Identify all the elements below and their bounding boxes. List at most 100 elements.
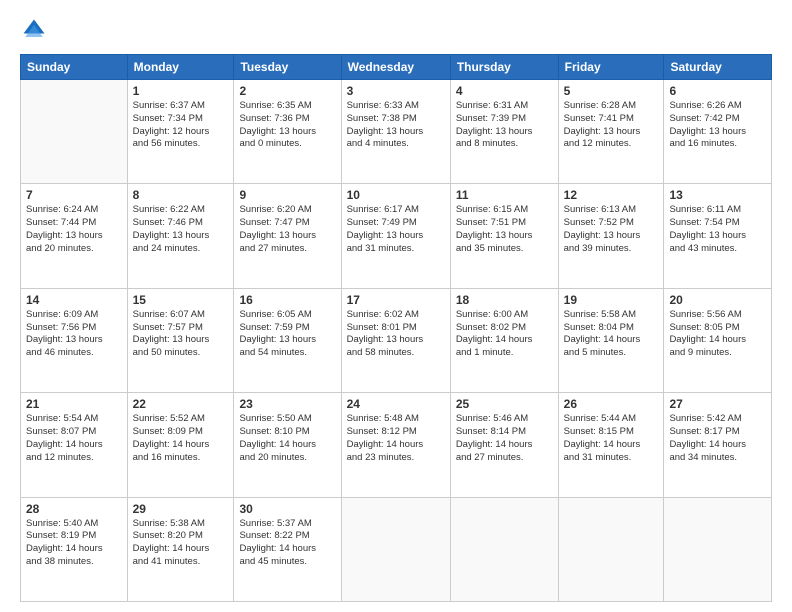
- day-info: Sunrise: 5:48 AM Sunset: 8:12 PM Dayligh…: [347, 413, 445, 464]
- calendar-cell: 16 Sunrise: 6:05 AM Sunset: 7:59 PM Dayli…: [234, 288, 341, 392]
- calendar-cell: 6 Sunrise: 6:26 AM Sunset: 7:42 PM Daylig…: [664, 80, 772, 184]
- day-info: Sunrise: 6:37 AM Sunset: 7:34 PM Dayligh…: [133, 100, 229, 151]
- calendar-cell: 21 Sunrise: 5:54 AM Sunset: 8:07 PM Dayli…: [21, 393, 128, 497]
- day-number: 26: [564, 397, 659, 411]
- day-info: Sunrise: 6:35 AM Sunset: 7:36 PM Dayligh…: [239, 100, 335, 151]
- calendar-table: SundayMondayTuesdayWednesdayThursdayFrid…: [20, 54, 772, 602]
- day-info: Sunrise: 6:17 AM Sunset: 7:49 PM Dayligh…: [347, 204, 445, 255]
- day-info: Sunrise: 6:31 AM Sunset: 7:39 PM Dayligh…: [456, 100, 553, 151]
- day-info: Sunrise: 6:07 AM Sunset: 7:57 PM Dayligh…: [133, 309, 229, 360]
- col-header-sunday: Sunday: [21, 55, 128, 80]
- header: [20, 16, 772, 44]
- day-number: 23: [239, 397, 335, 411]
- day-number: 22: [133, 397, 229, 411]
- day-info: Sunrise: 6:05 AM Sunset: 7:59 PM Dayligh…: [239, 309, 335, 360]
- calendar-week-row: 1Sunrise: 6:37 AM Sunset: 7:34 PM Daylig…: [21, 80, 772, 184]
- day-info: Sunrise: 6:26 AM Sunset: 7:42 PM Dayligh…: [669, 100, 766, 151]
- day-info: Sunrise: 6:13 AM Sunset: 7:52 PM Dayligh…: [564, 204, 659, 255]
- calendar-cell: 12 Sunrise: 6:13 AM Sunset: 7:52 PM Dayli…: [558, 184, 664, 288]
- day-number: 6: [669, 84, 766, 98]
- day-info: Sunrise: 5:52 AM Sunset: 8:09 PM Dayligh…: [133, 413, 229, 464]
- calendar-cell: 11 Sunrise: 6:15 AM Sunset: 7:51 PM Dayli…: [450, 184, 558, 288]
- day-info: Sunrise: 6:09 AM Sunset: 7:56 PM Dayligh…: [26, 309, 122, 360]
- day-info: Sunrise: 6:20 AM Sunset: 7:47 PM Dayligh…: [239, 204, 335, 255]
- logo-icon: [20, 16, 48, 44]
- calendar-cell: 13Sunrise: 6:11 AM Sunset: 7:54 PM Dayli…: [664, 184, 772, 288]
- day-info: Sunrise: 5:54 AM Sunset: 8:07 PM Dayligh…: [26, 413, 122, 464]
- day-info: Sunrise: 5:50 AM Sunset: 8:10 PM Dayligh…: [239, 413, 335, 464]
- calendar-cell: 28 Sunrise: 5:40 AM Sunset: 8:19 PM Dayli…: [21, 497, 128, 601]
- calendar-cell: [341, 497, 450, 601]
- col-header-tuesday: Tuesday: [234, 55, 341, 80]
- calendar-cell: 4 Sunrise: 6:31 AM Sunset: 7:39 PM Daylig…: [450, 80, 558, 184]
- day-info: Sunrise: 6:02 AM Sunset: 8:01 PM Dayligh…: [347, 309, 445, 360]
- day-info: Sunrise: 6:15 AM Sunset: 7:51 PM Dayligh…: [456, 204, 553, 255]
- day-info: Sunrise: 6:11 AM Sunset: 7:54 PM Dayligh…: [669, 204, 766, 255]
- calendar-cell: 3 Sunrise: 6:33 AM Sunset: 7:38 PM Daylig…: [341, 80, 450, 184]
- col-header-friday: Friday: [558, 55, 664, 80]
- calendar-cell: 20 Sunrise: 5:56 AM Sunset: 8:05 PM Dayli…: [664, 288, 772, 392]
- day-info: Sunrise: 6:28 AM Sunset: 7:41 PM Dayligh…: [564, 100, 659, 151]
- col-header-saturday: Saturday: [664, 55, 772, 80]
- calendar-cell: [21, 80, 128, 184]
- calendar-cell: 10 Sunrise: 6:17 AM Sunset: 7:49 PM Dayli…: [341, 184, 450, 288]
- day-info: Sunrise: 5:44 AM Sunset: 8:15 PM Dayligh…: [564, 413, 659, 464]
- day-number: 10: [347, 188, 445, 202]
- day-info: Sunrise: 5:56 AM Sunset: 8:05 PM Dayligh…: [669, 309, 766, 360]
- day-info: Sunrise: 6:24 AM Sunset: 7:44 PM Dayligh…: [26, 204, 122, 255]
- day-info: Sunrise: 5:46 AM Sunset: 8:14 PM Dayligh…: [456, 413, 553, 464]
- page: SundayMondayTuesdayWednesdayThursdayFrid…: [0, 0, 792, 612]
- calendar-cell: 25Sunrise: 5:46 AM Sunset: 8:14 PM Dayli…: [450, 393, 558, 497]
- day-number: 15: [133, 293, 229, 307]
- calendar-week-row: 21 Sunrise: 5:54 AM Sunset: 8:07 PM Dayli…: [21, 393, 772, 497]
- calendar-cell: [450, 497, 558, 601]
- calendar-cell: 2 Sunrise: 6:35 AM Sunset: 7:36 PM Daylig…: [234, 80, 341, 184]
- day-number: 21: [26, 397, 122, 411]
- day-number: 4: [456, 84, 553, 98]
- calendar-header-row: SundayMondayTuesdayWednesdayThursdayFrid…: [21, 55, 772, 80]
- day-number: 17: [347, 293, 445, 307]
- day-number: 3: [347, 84, 445, 98]
- col-header-monday: Monday: [127, 55, 234, 80]
- calendar-cell: [558, 497, 664, 601]
- calendar-cell: 5 Sunrise: 6:28 AM Sunset: 7:41 PM Daylig…: [558, 80, 664, 184]
- calendar-cell: 8Sunrise: 6:22 AM Sunset: 7:46 PM Daylig…: [127, 184, 234, 288]
- day-number: 28: [26, 502, 122, 516]
- calendar-week-row: 7 Sunrise: 6:24 AM Sunset: 7:44 PM Daylig…: [21, 184, 772, 288]
- day-number: 2: [239, 84, 335, 98]
- calendar-cell: 19 Sunrise: 5:58 AM Sunset: 8:04 PM Dayli…: [558, 288, 664, 392]
- day-number: 5: [564, 84, 659, 98]
- calendar-cell: 17 Sunrise: 6:02 AM Sunset: 8:01 PM Dayli…: [341, 288, 450, 392]
- day-number: 19: [564, 293, 659, 307]
- day-info: Sunrise: 5:42 AM Sunset: 8:17 PM Dayligh…: [669, 413, 766, 464]
- day-number: 20: [669, 293, 766, 307]
- day-number: 14: [26, 293, 122, 307]
- logo: [20, 16, 52, 44]
- calendar-cell: 29 Sunrise: 5:38 AM Sunset: 8:20 PM Dayli…: [127, 497, 234, 601]
- calendar-week-row: 28 Sunrise: 5:40 AM Sunset: 8:19 PM Dayli…: [21, 497, 772, 601]
- day-number: 27: [669, 397, 766, 411]
- day-info: Sunrise: 5:58 AM Sunset: 8:04 PM Dayligh…: [564, 309, 659, 360]
- day-number: 16: [239, 293, 335, 307]
- calendar-cell: 18Sunrise: 6:00 AM Sunset: 8:02 PM Dayli…: [450, 288, 558, 392]
- calendar-cell: 14 Sunrise: 6:09 AM Sunset: 7:56 PM Dayli…: [21, 288, 128, 392]
- calendar-cell: 26 Sunrise: 5:44 AM Sunset: 8:15 PM Dayli…: [558, 393, 664, 497]
- calendar-cell: [664, 497, 772, 601]
- calendar-cell: 27 Sunrise: 5:42 AM Sunset: 8:17 PM Dayli…: [664, 393, 772, 497]
- day-info: Sunrise: 5:40 AM Sunset: 8:19 PM Dayligh…: [26, 518, 122, 569]
- day-info: Sunrise: 6:00 AM Sunset: 8:02 PM Dayligh…: [456, 309, 553, 360]
- day-number: 29: [133, 502, 229, 516]
- day-number: 7: [26, 188, 122, 202]
- day-number: 11: [456, 188, 553, 202]
- col-header-thursday: Thursday: [450, 55, 558, 80]
- day-number: 9: [239, 188, 335, 202]
- day-number: 24: [347, 397, 445, 411]
- calendar-cell: 7 Sunrise: 6:24 AM Sunset: 7:44 PM Daylig…: [21, 184, 128, 288]
- calendar-cell: 30Sunrise: 5:37 AM Sunset: 8:22 PM Dayli…: [234, 497, 341, 601]
- calendar-cell: 9 Sunrise: 6:20 AM Sunset: 7:47 PM Daylig…: [234, 184, 341, 288]
- day-info: Sunrise: 6:33 AM Sunset: 7:38 PM Dayligh…: [347, 100, 445, 151]
- day-info: Sunrise: 5:38 AM Sunset: 8:20 PM Dayligh…: [133, 518, 229, 569]
- calendar-cell: 15 Sunrise: 6:07 AM Sunset: 7:57 PM Dayli…: [127, 288, 234, 392]
- calendar-cell: 1Sunrise: 6:37 AM Sunset: 7:34 PM Daylig…: [127, 80, 234, 184]
- day-number: 12: [564, 188, 659, 202]
